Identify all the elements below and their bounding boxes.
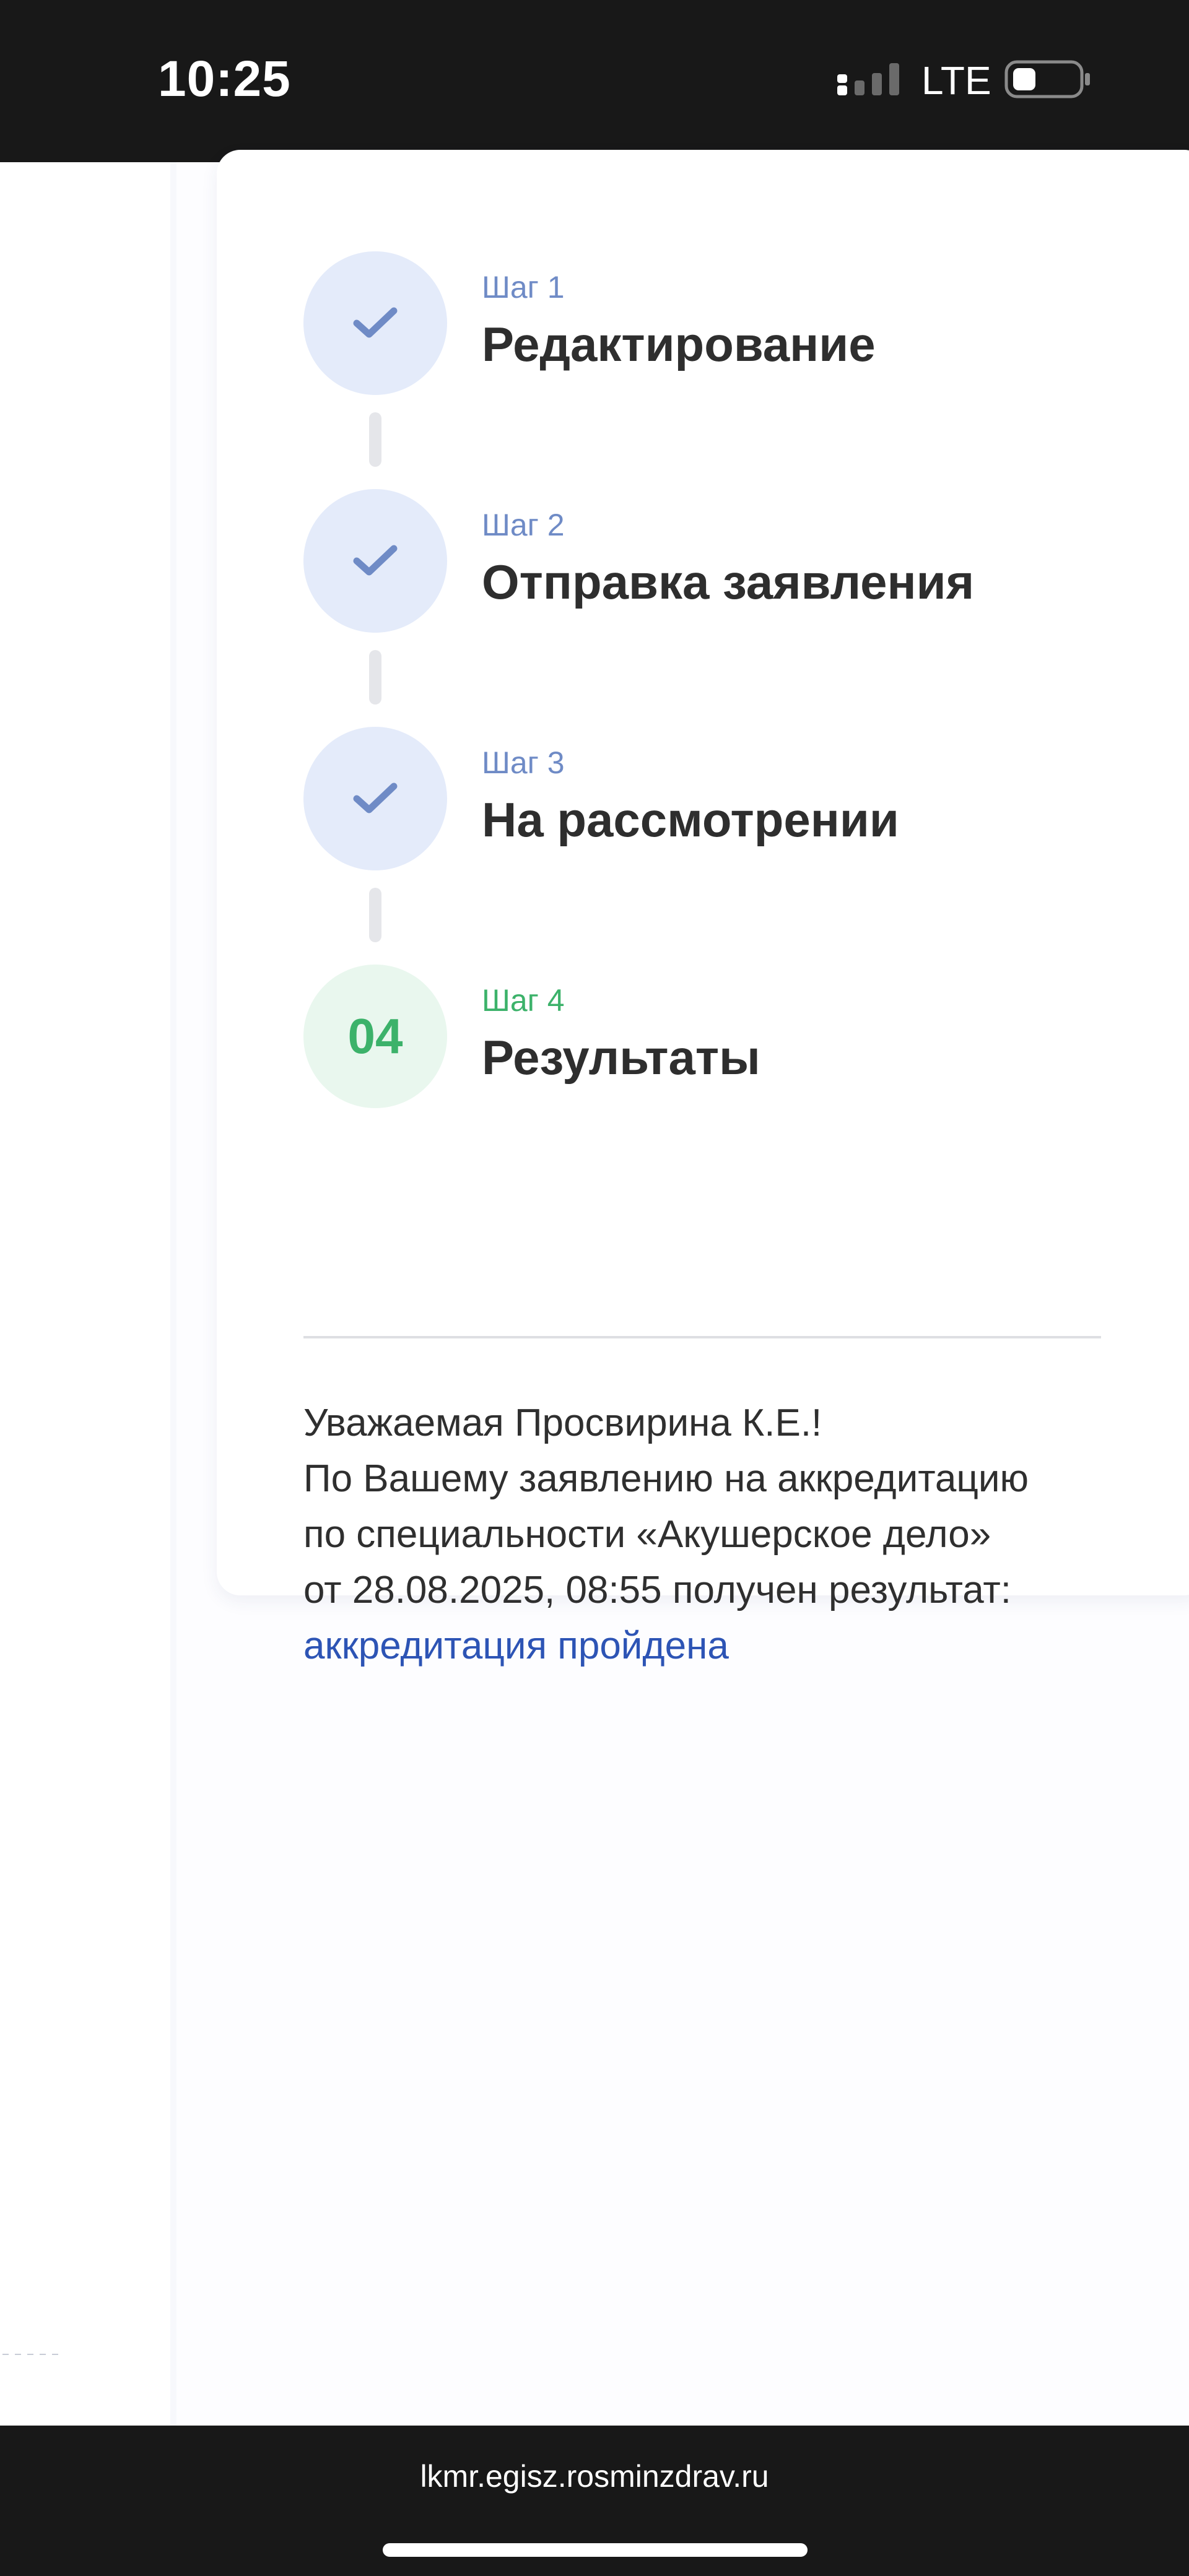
checkmark-icon [353,545,398,576]
step-connector [369,650,381,705]
panel-divider [170,162,176,2426]
step-4-title: Результаты [482,1030,760,1085]
step-4-indicator: 04 [303,965,447,1108]
step-3: Шаг 3 На рассмотрении [303,727,1108,875]
checkmark-icon [353,783,398,813]
result-link[interactable]: аккредитация пройдена [303,1618,1146,1674]
step-2-label: Шаг 2 [482,508,565,542]
message-line: от 28.08.2025, 08:55 получен результат: [303,1569,1012,1611]
result-message: Уважаемая Просвирина К.Е.! По Вашему зая… [303,1395,1146,1674]
step-2-title: Отправка заявления [482,555,975,609]
step-4-number: 04 [347,1008,403,1064]
cellular-signal-icon [837,63,899,95]
message-line: по специальности «Акушерское дело» [303,1513,991,1556]
status-bar: 10:25 LTE [0,0,1189,162]
message-line: По Вашему заявлению на аккредитацию [303,1457,1029,1500]
left-panel-dashes [2,2354,62,2355]
step-4-label: Шаг 4 [482,983,565,1018]
step-3-indicator [303,727,447,870]
message-greeting: Уважаемая Просвирина К.Е.! [303,1402,822,1444]
step-1-indicator [303,251,447,395]
network-type-label: LTE [921,58,991,103]
step-3-label: Шаг 3 [482,745,565,780]
step-4: 04 Шаг 4 Результаты [303,965,1108,1113]
step-2-indicator [303,489,447,633]
page-content: Шаг 1 Редактирование Шаг 2 Отправка заяв… [0,150,1189,2426]
step-3-title: На рассмотрении [482,792,899,847]
step-connector [369,412,381,467]
left-panel [0,162,170,2426]
status-time: 10:25 [158,51,291,107]
battery-low-icon [1004,60,1090,98]
step-connector [369,888,381,942]
browser-bottom-bar: lkmr.egisz.rosminzdrav.ru [0,2426,1189,2576]
step-1-label: Шаг 1 [482,270,565,305]
step-1-title: Редактирование [482,317,876,371]
divider [303,1336,1101,1338]
step-2: Шаг 2 Отправка заявления [303,489,1108,638]
checkmark-icon [353,307,398,338]
url-bar[interactable]: lkmr.egisz.rosminzdrav.ru [0,2458,1189,2495]
home-indicator[interactable] [383,2543,808,2557]
step-1: Шаг 1 Редактирование [303,251,1108,400]
